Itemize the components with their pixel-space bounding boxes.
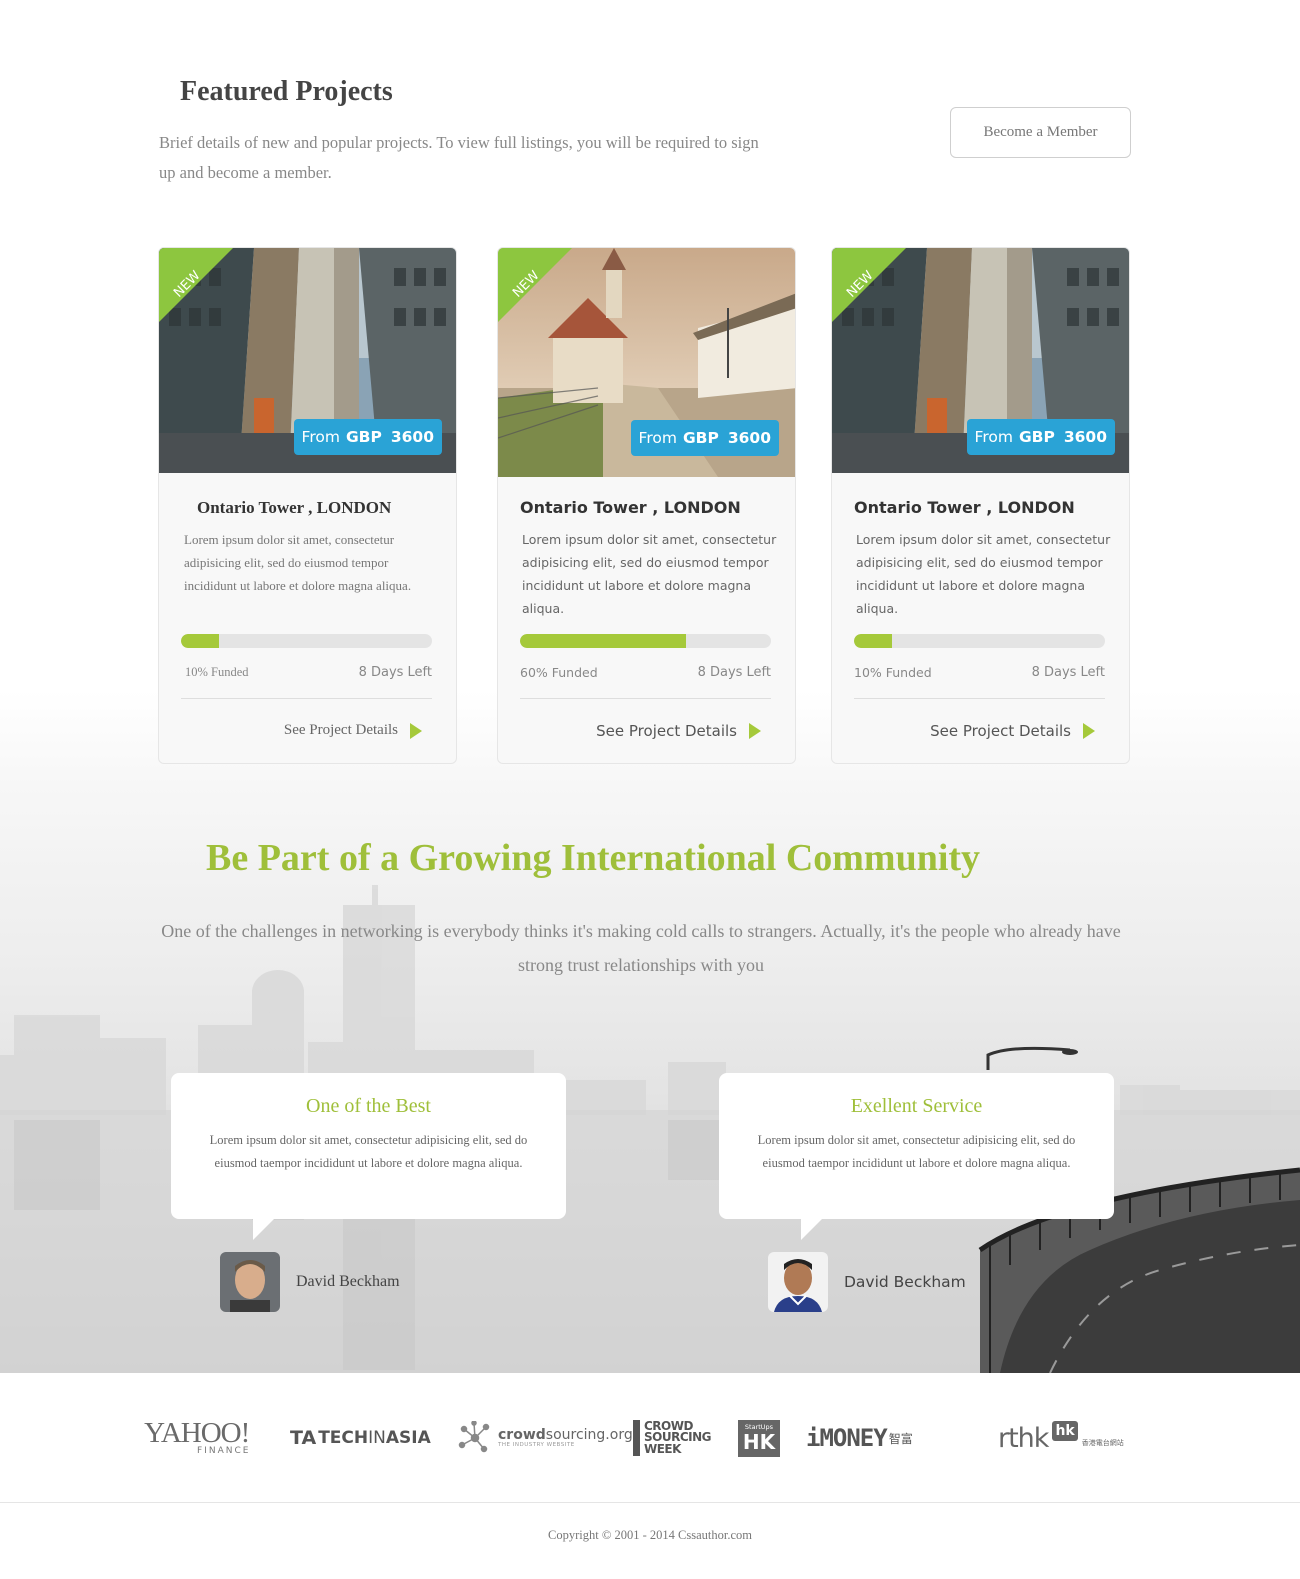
card-divider — [181, 698, 432, 699]
funding-progress-bar — [854, 634, 1105, 648]
price-amount: 3600 — [390, 428, 434, 446]
funding-progress-fill — [181, 634, 219, 648]
price-prefix: From — [638, 429, 677, 447]
yahoo-sub: FINANCE — [197, 1446, 251, 1456]
featured-description: Brief details of new and popular project… — [159, 133, 759, 182]
copyright-text: Copyright © 2001 - 2014 Cssauthor.com — [548, 1528, 752, 1542]
testimonial-title: One of the Best — [306, 1095, 431, 1117]
details-label: See Project Details — [283, 722, 398, 738]
yahoo-wordmark: YAHOO! — [144, 1417, 250, 1449]
crowdsourcing-org-logo[interactable]: crowdsourcing.org THE INDUSTRY WEBSITE — [458, 1373, 633, 1503]
price-tag: From GBP 3600 — [630, 420, 779, 456]
project-card[interactable]: NEW From GBP 3600 Ontario Tower , LONDON… — [158, 247, 457, 764]
play-arrow-icon — [410, 722, 422, 739]
featured-title: Featured Projects — [180, 76, 393, 107]
network-icon — [458, 1421, 490, 1453]
testimonial-author: David Beckham — [220, 1252, 400, 1312]
funded-label: 60% Funded — [520, 665, 598, 680]
avatar — [768, 1252, 828, 1312]
play-arrow-icon — [1083, 723, 1095, 739]
avatar — [220, 1252, 280, 1312]
testimonial-author: David Beckham — [768, 1252, 966, 1312]
crowdsourcing-week-logo[interactable]: CROWD SOURCING WEEK — [633, 1373, 712, 1503]
crowd-rest: sourcing.org — [545, 1427, 633, 1443]
price-amount: 3600 — [727, 429, 771, 447]
project-title: Ontario Tower , LONDON — [854, 498, 1075, 517]
startups-hk-logo[interactable]: StartUps HK — [738, 1373, 780, 1503]
rthk-wordmark: rthk — [998, 1422, 1049, 1454]
partner-logos-bar: YAHOO! FINANCE TA TECH IN ASIA crowdsourci… — [0, 1373, 1300, 1503]
project-title: Ontario Tower , LONDON — [520, 498, 741, 517]
funded-label: 10% Funded — [185, 665, 249, 679]
project-description: Lorem ipsum dolor sit amet, consectetur … — [856, 532, 1111, 616]
csw-bar — [633, 1420, 640, 1456]
project-description: Lorem ipsum dolor sit amet, consectetur … — [184, 532, 412, 593]
author-name: David Beckham — [844, 1273, 966, 1291]
testimonial-card: Exellent Service Lorem ipsum dolor sit a… — [719, 1073, 1114, 1240]
rthk-badge: hk — [1052, 1421, 1078, 1441]
project-image: NEW From GBP 3600 — [832, 248, 1129, 473]
price-prefix: From — [974, 428, 1013, 446]
project-title: Ontario Tower , LONDON — [197, 498, 392, 517]
new-ribbon: NEW — [159, 248, 233, 322]
techinasia-tech: TECH — [318, 1428, 369, 1448]
card-divider — [520, 698, 771, 699]
see-project-details-link[interactable]: See Project Details — [596, 722, 761, 740]
new-ribbon: NEW — [498, 248, 572, 322]
card-divider — [854, 698, 1105, 699]
days-left-label: 8 Days Left — [358, 665, 432, 680]
testimonial-text: Lorem ipsum dolor sit amet, consectetur … — [209, 1133, 528, 1170]
funded-label: 10% Funded — [854, 665, 932, 680]
crowd-bold: crowd — [498, 1427, 546, 1443]
details-label: See Project Details — [596, 722, 737, 740]
project-card[interactable]: NEW From GBP 3600 Ontario Tower , LONDON… — [497, 247, 796, 764]
price-amount: 3600 — [1063, 428, 1107, 446]
techinasia-logo[interactable]: TA TECH IN ASIA — [290, 1373, 431, 1503]
project-image: NEW From GBP 3600 — [498, 248, 795, 477]
techinasia-in: IN — [368, 1428, 386, 1448]
community-title: Be Part of a Growing International Commu… — [206, 837, 981, 879]
days-left-label: 8 Days Left — [1031, 665, 1105, 680]
days-left-label: 8 Days Left — [697, 665, 771, 680]
rthk-logo[interactable]: rthk hk 香港電台網站 — [998, 1373, 1124, 1503]
testimonial-text: Lorem ipsum dolor sit amet, consectetur … — [757, 1133, 1076, 1170]
funding-progress-fill — [854, 634, 892, 648]
price-tag: From GBP 3600 — [966, 419, 1115, 455]
funding-progress-fill — [520, 634, 686, 648]
project-description: Lorem ipsum dolor sit amet, consectetur … — [522, 532, 777, 616]
play-arrow-icon — [749, 723, 761, 739]
price-prefix: From — [301, 428, 340, 446]
testimonial-title: Exellent Service — [850, 1095, 983, 1117]
community-description: One of the challenges in networking is e… — [161, 921, 1121, 975]
become-member-button[interactable]: Become a Member — [950, 107, 1131, 158]
price-tag: From GBP 3600 — [293, 419, 442, 455]
rthk-chinese: 香港電台網站 — [1081, 1438, 1124, 1447]
techinasia-mark: TA — [290, 1427, 317, 1449]
yahoo-finance-logo[interactable]: YAHOO! FINANCE — [143, 1373, 250, 1503]
price-currency: GBP — [682, 429, 719, 447]
skyline-background — [0, 690, 1300, 1373]
imoney-wordmark: iMONEY — [806, 1424, 888, 1452]
project-card[interactable]: NEW From GBP 3600 Ontario Tower , LONDON… — [831, 247, 1130, 764]
techinasia-asia: ASIA — [385, 1428, 431, 1448]
project-image: NEW From GBP 3600 — [159, 248, 456, 473]
imoney-chinese: 智富 — [888, 1431, 913, 1446]
imoney-logo[interactable]: iMONEY 智富 — [806, 1373, 913, 1503]
skyline-illustration — [0, 885, 1300, 1373]
price-currency: GBP — [1018, 428, 1055, 446]
startups-main: HK — [742, 1430, 776, 1454]
see-project-details-link[interactable]: See Project Details — [930, 722, 1095, 740]
details-label: See Project Details — [930, 722, 1071, 740]
price-currency: GBP — [345, 428, 382, 446]
csw-line3: WEEK — [644, 1441, 681, 1456]
see-project-details-link[interactable]: See Project Details — [284, 722, 422, 739]
testimonial-card: One of the Best Lorem ipsum dolor sit am… — [171, 1073, 566, 1240]
new-ribbon: NEW — [832, 248, 906, 322]
funding-progress-bar — [520, 634, 771, 648]
author-name: David Beckham — [296, 1273, 400, 1290]
funding-progress-bar — [181, 634, 432, 648]
